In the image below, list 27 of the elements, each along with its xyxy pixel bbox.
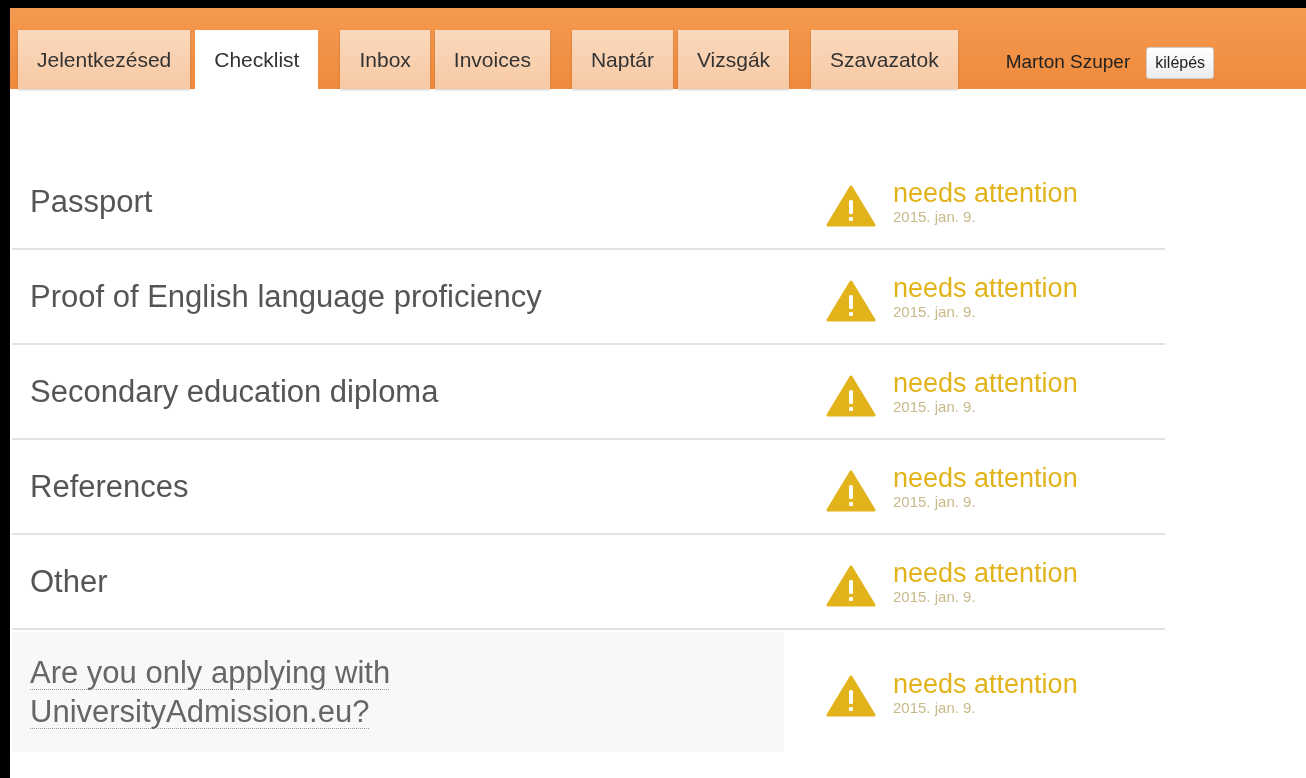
tab[interactable]: Jelentkezésed [18,30,191,89]
status-text: needs attention [893,463,1078,493]
status-date: 2015. jan. 9. [893,493,977,510]
document-label: Secondary education diploma [30,373,439,409]
status-date: 2015. jan. 9. [893,588,977,605]
tab[interactable]: Checklist [195,30,319,90]
document-label: Passport [30,183,153,219]
status-text: needs attention [893,178,1078,208]
document-label: References [30,468,189,504]
status-date: 2015. jan. 9. [893,398,977,415]
logout-button[interactable]: kilépés [1146,47,1215,79]
tab[interactable]: Inbox [340,30,430,89]
document-label: Proof of English language proficiency [30,278,542,314]
status-text: needs attention [893,668,1078,699]
tab[interactable]: Vizsgák [677,30,790,89]
tab[interactable]: Naptár [571,30,673,89]
status-text: needs attention [893,558,1078,588]
status-text: needs attention [893,368,1078,398]
question-link[interactable]: Are you only applying with UniversityAdmission.eu? [30,653,460,731]
status-date: 2015. jan. 9. [893,208,977,225]
status-date: 2015. jan. 9. [893,698,977,716]
status-text: needs attention [893,273,1078,303]
document-label: Other [30,563,108,599]
user-name: Marton Szuper [1005,51,1131,73]
status-date: 2015. jan. 9. [893,303,977,320]
tab[interactable]: Invoices [434,30,550,89]
tab[interactable]: Szavazatok [811,30,958,89]
